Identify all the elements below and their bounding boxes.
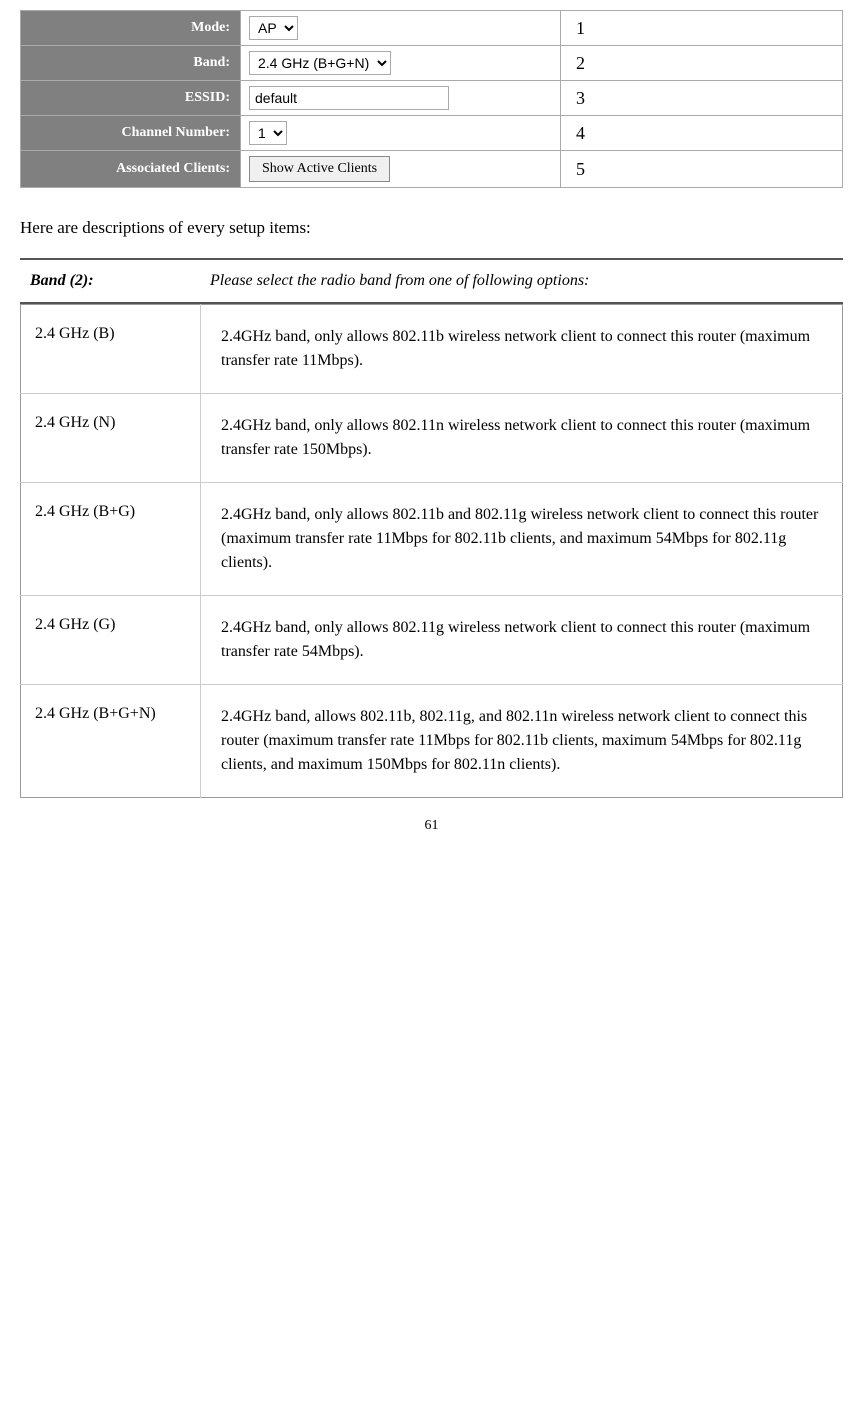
settings-select-1[interactable]: AP (249, 16, 298, 40)
settings-value-5[interactable]: Show Active Clients (241, 151, 561, 188)
settings-label-4: Channel Number: (21, 116, 241, 151)
settings-value-3[interactable] (241, 81, 561, 116)
settings-number-1: 1 (561, 11, 843, 46)
description-intro: Here are descriptions of every setup ite… (20, 218, 843, 238)
band-option-row-4: 2.4 GHz (G)2.4GHz band, only allows 802.… (21, 596, 843, 685)
band-options-table: 2.4 GHz (B)2.4GHz band, only allows 802.… (20, 304, 843, 798)
settings-label-3: ESSID: (21, 81, 241, 116)
settings-row-3: ESSID: 3 (21, 81, 843, 116)
settings-label-1: Mode: (21, 11, 241, 46)
settings-value-2[interactable]: 2.4 GHz (B+G+N) (241, 46, 561, 81)
settings-value-1[interactable]: AP (241, 11, 561, 46)
settings-row-2: Band: 2.4 GHz (B+G+N) 2 (21, 46, 843, 81)
settings-value-4[interactable]: 1 (241, 116, 561, 151)
settings-select-2[interactable]: 2.4 GHz (B+G+N) (249, 51, 391, 75)
settings-label-5: Associated Clients: (21, 151, 241, 188)
band-option-desc-1: 2.4GHz band, only allows 802.11b wireles… (201, 305, 843, 394)
band-option-row-1: 2.4 GHz (B)2.4GHz band, only allows 802.… (21, 305, 843, 394)
band-option-name-2: 2.4 GHz (N) (21, 394, 201, 483)
settings-select-4[interactable]: 1 (249, 121, 287, 145)
settings-table: Mode:AP1Band:2.4 GHz (B+G+N)2ESSID:3Chan… (20, 10, 843, 188)
page-container: Mode:AP1Band:2.4 GHz (B+G+N)2ESSID:3Chan… (0, 0, 863, 1423)
settings-number-5: 5 (561, 151, 843, 188)
band-option-name-1: 2.4 GHz (B) (21, 305, 201, 394)
band-option-desc-2: 2.4GHz band, only allows 802.11n wireles… (201, 394, 843, 483)
band-option-desc-5: 2.4GHz band, allows 802.11b, 802.11g, an… (201, 685, 843, 798)
band-option-row-3: 2.4 GHz (B+G)2.4GHz band, only allows 80… (21, 483, 843, 596)
settings-input-3[interactable] (249, 86, 449, 110)
band-option-desc-3: 2.4GHz band, only allows 802.11b and 802… (201, 483, 843, 596)
settings-label-2: Band: (21, 46, 241, 81)
settings-row-4: Channel Number: 1 4 (21, 116, 843, 151)
band-option-name-4: 2.4 GHz (G) (21, 596, 201, 685)
settings-number-3: 3 (561, 81, 843, 116)
settings-number-4: 4 (561, 116, 843, 151)
band-option-row-2: 2.4 GHz (N)2.4GHz band, only allows 802.… (21, 394, 843, 483)
band-header-description: Please select the radio band from one of… (200, 260, 843, 303)
band-option-name-5: 2.4 GHz (B+G+N) (21, 685, 201, 798)
band-header-label: Band (2): (20, 260, 200, 303)
band-option-name-3: 2.4 GHz (B+G) (21, 483, 201, 596)
band-option-desc-4: 2.4GHz band, only allows 802.11g wireles… (201, 596, 843, 685)
show-active-clients-button[interactable]: Show Active Clients (249, 156, 390, 182)
settings-number-2: 2 (561, 46, 843, 81)
band-option-row-5: 2.4 GHz (B+G+N)2.4GHz band, allows 802.1… (21, 685, 843, 798)
settings-row-1: Mode: AP 1 (21, 11, 843, 46)
band-desc-table: Band (2): Please select the radio band f… (20, 260, 843, 304)
settings-row-5: Associated Clients: Show Active Clients 5 (21, 151, 843, 188)
page-number: 61 (20, 798, 843, 844)
